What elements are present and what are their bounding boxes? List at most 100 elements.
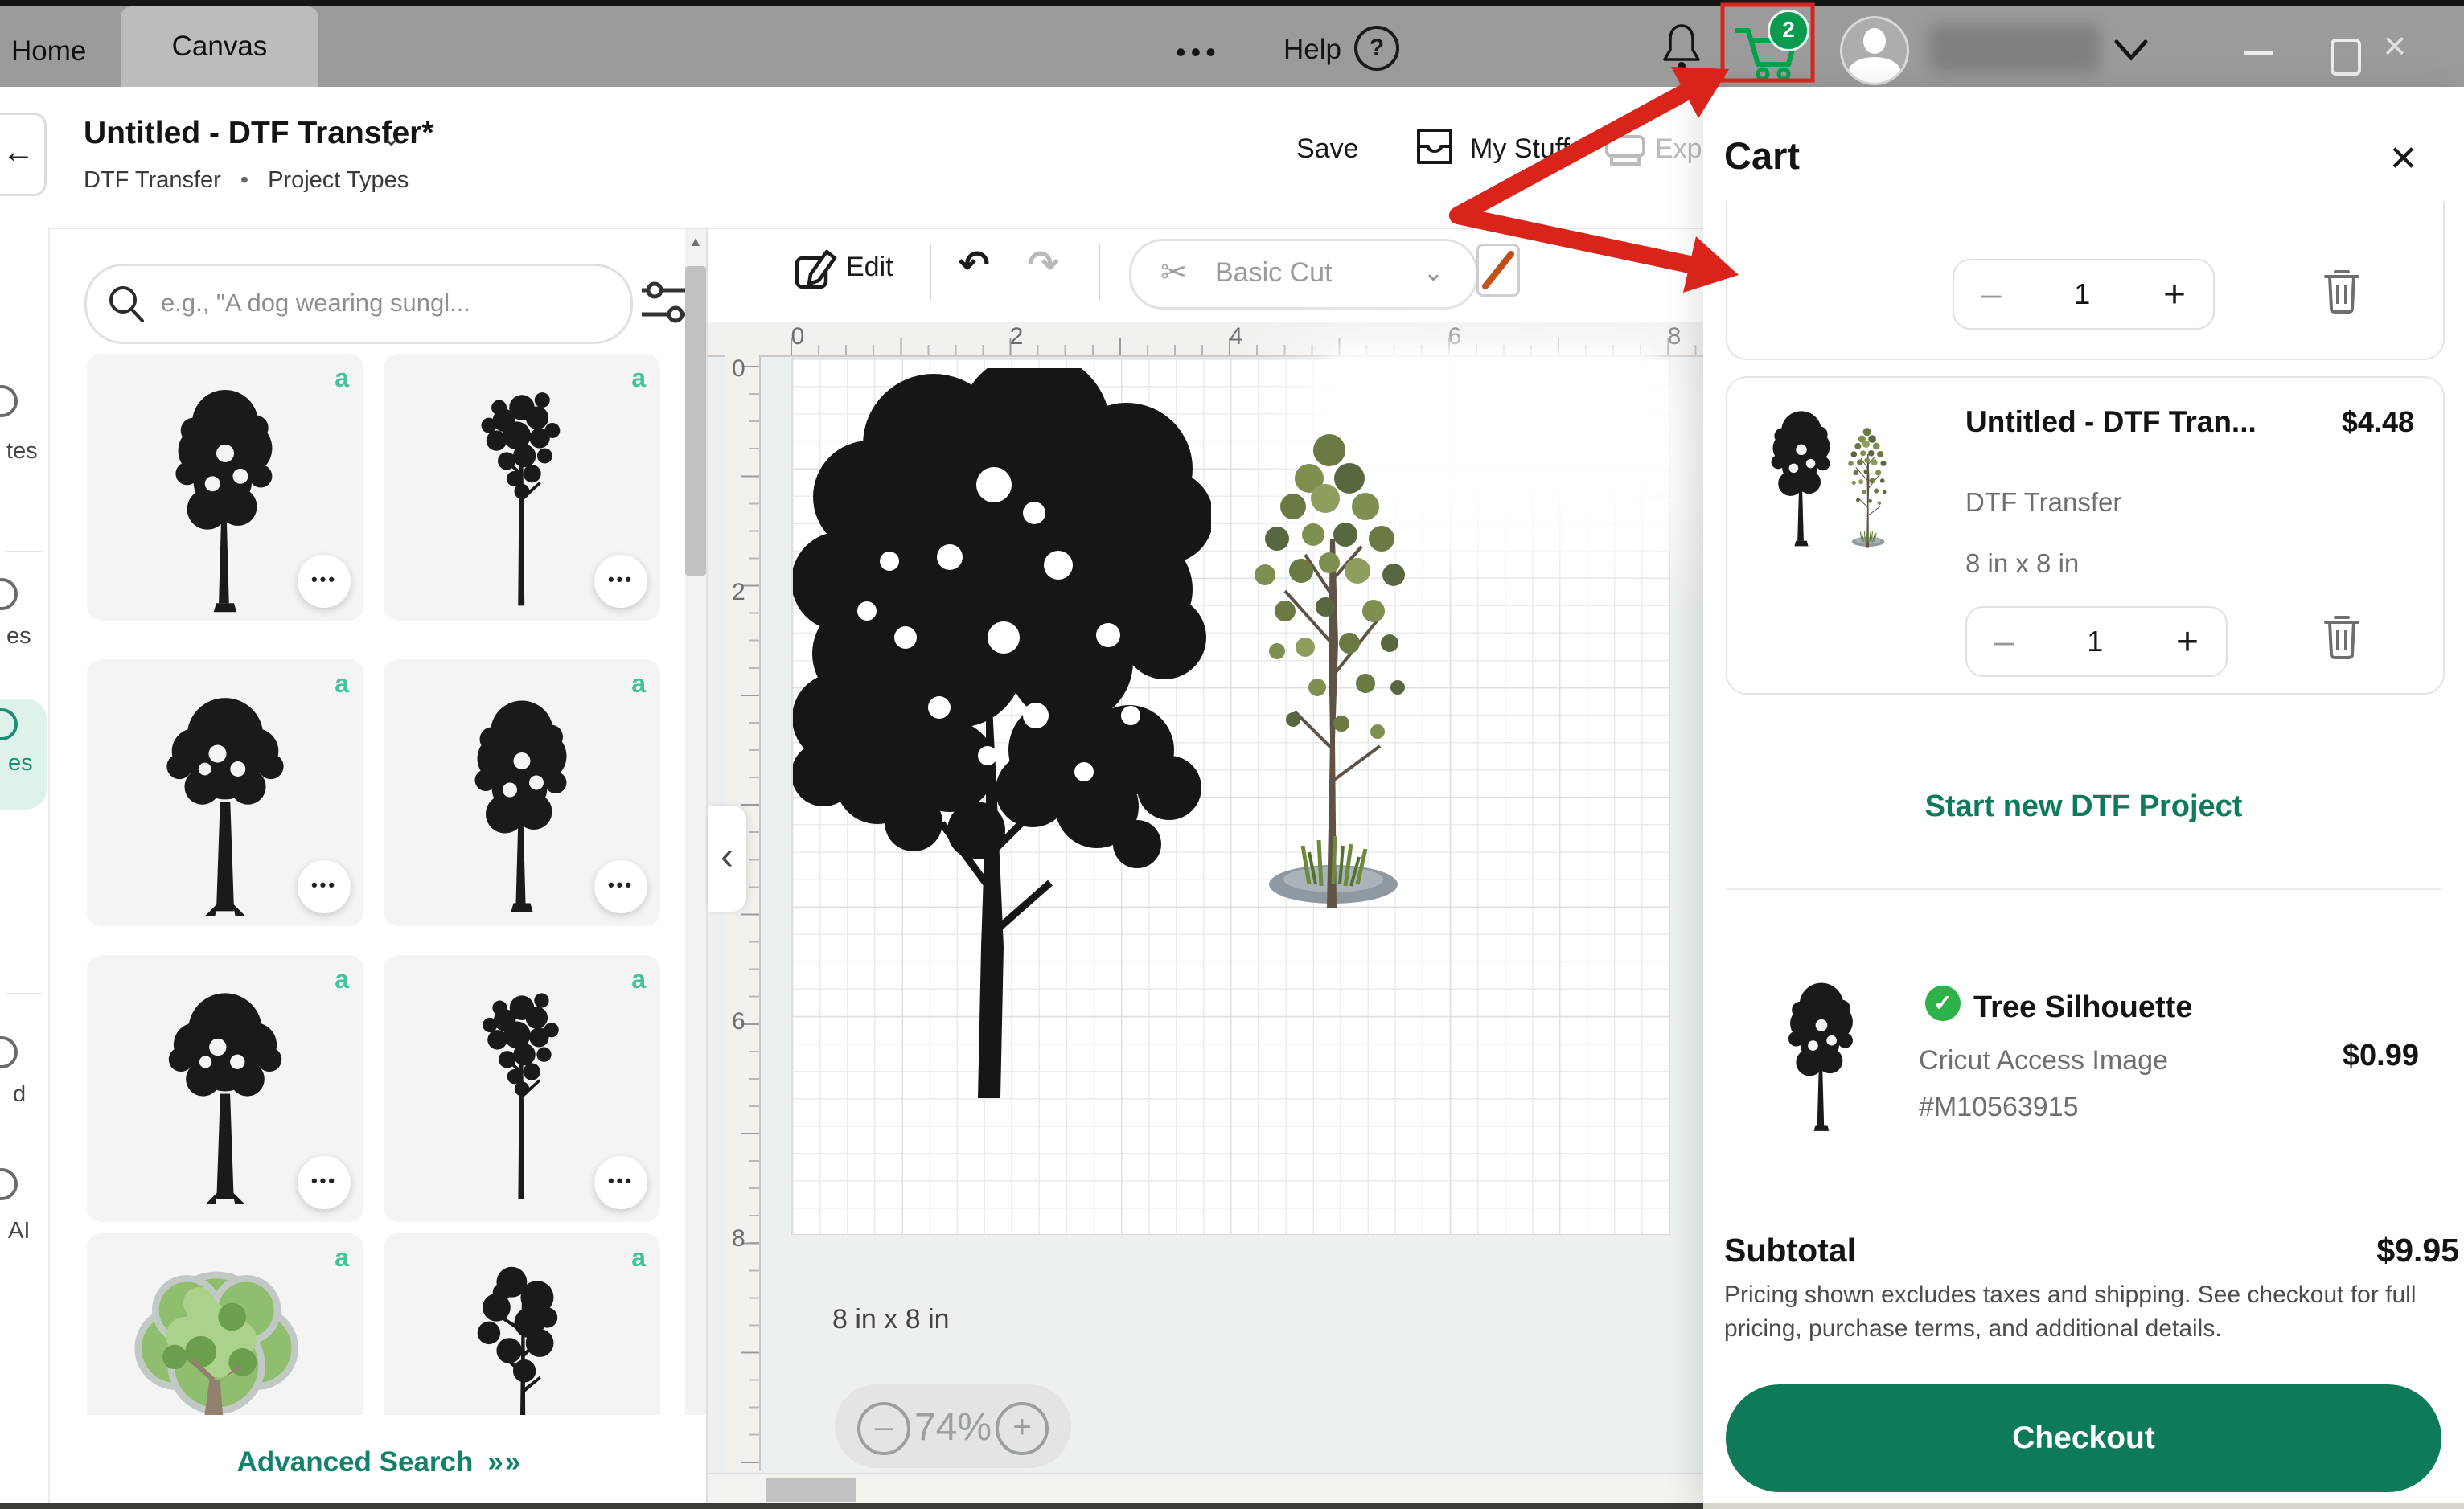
back-button[interactable]: ←: [0, 113, 47, 196]
start-new-dtf-project-link[interactable]: Start new DTF Project: [1703, 789, 2464, 824]
library-scrollbar-thumb[interactable]: [685, 266, 706, 576]
help-icon[interactable]: ?: [1354, 26, 1399, 71]
access-item-price: $0.99: [2343, 1039, 2419, 1073]
sidebar-item-label-fragment[interactable]: AI: [8, 1218, 30, 1245]
trash-icon[interactable]: [2321, 265, 2363, 315]
quantity-value: 1: [2087, 625, 2103, 658]
canvas-scrollbar-thumb[interactable]: [766, 1478, 856, 1502]
save-button[interactable]: Save: [1296, 133, 1359, 165]
access-item-source: Cricut Access Image: [1919, 1045, 2168, 1076]
advanced-search-link[interactable]: Advanced Search: [237, 1446, 474, 1478]
sidebar-item-label-fragment[interactable]: tes: [6, 438, 38, 465]
trash-icon[interactable]: [2321, 611, 2363, 661]
search-bar[interactable]: [84, 264, 633, 344]
edit-button[interactable]: Edit: [846, 252, 893, 283]
ruler-tick-label: 8: [732, 1225, 745, 1253]
more-options-button[interactable]: •••: [594, 860, 647, 913]
notifications-bell-icon[interactable]: [1660, 21, 1703, 74]
window-maximize-button[interactable]: [2331, 39, 2361, 76]
quantity-decrease-button[interactable]: –: [1994, 621, 2014, 662]
overflow-menu-icon[interactable]: •••: [1176, 35, 1221, 69]
canvas-horizontal-scrollbar[interactable]: [708, 1473, 1703, 1505]
image-card[interactable]: a •••: [384, 354, 660, 621]
avatar-body-icon: [1849, 57, 1900, 84]
tree-silhouette-thumbnail-icon: [458, 976, 586, 1209]
swatch-diagonal-icon: [1479, 246, 1517, 294]
sidebar-icon-fragment[interactable]: [0, 1036, 18, 1068]
more-options-button[interactable]: •••: [594, 555, 647, 608]
horizontal-ruler: 0 2 4 6 8: [759, 322, 1703, 357]
avatar[interactable]: [1840, 16, 1909, 85]
collapse-panel-button[interactable]: ‹: [708, 806, 746, 912]
cricut-access-badge-icon: a: [631, 363, 646, 393]
tree-silhouette-thumbnail-icon: [153, 680, 298, 921]
undo-button-icon[interactable]: ↶: [959, 242, 990, 285]
pricing-disclaimer: pricing, purchase terms, and additional …: [1724, 1315, 2222, 1343]
window-bottom-edge: [0, 1503, 1703, 1509]
vertical-ruler: 0 2 6 8: [725, 355, 761, 1471]
redo-button-icon[interactable]: ↷: [1028, 242, 1059, 285]
image-card[interactable]: a •••: [87, 659, 363, 926]
account-chevron-down-icon[interactable]: [2113, 39, 2149, 61]
breadcrumb-project-types[interactable]: Project Types: [268, 167, 409, 193]
sidebar-icon-fragment[interactable]: [0, 578, 18, 610]
tab-home[interactable]: Home: [11, 35, 86, 68]
cricut-access-badge-icon: a: [631, 669, 646, 699]
more-options-button[interactable]: •••: [298, 1156, 351, 1209]
avatar-head-icon: [1863, 28, 1886, 54]
cart-item-thumbnail-tree-icon: [1763, 399, 1840, 552]
project-title-chevron-icon[interactable]: ⌄: [381, 124, 401, 152]
export-icon: [1602, 129, 1649, 169]
canvas-green-tree-object[interactable]: [1229, 402, 1438, 916]
quantity-decrease-button[interactable]: –: [1981, 274, 2001, 314]
cart-item-partial: – 1 +: [1726, 201, 2445, 360]
sidebar-item-label-fragment[interactable]: d: [13, 1081, 26, 1108]
breadcrumb-project-type[interactable]: DTF Transfer: [84, 167, 221, 193]
ruler-tick-label: 8: [1668, 323, 1682, 351]
image-card[interactable]: a •••: [384, 955, 660, 1222]
cart-close-icon[interactable]: ✕: [2388, 138, 2418, 179]
cart-item-title: Untitled - DTF Tran...: [1965, 405, 2257, 439]
window-close-button[interactable]: ✕: [2382, 29, 2408, 65]
image-card[interactable]: a •••: [384, 659, 660, 926]
sidebar-icon-fragment[interactable]: [0, 1168, 18, 1200]
filter-sliders-icon[interactable]: [640, 281, 692, 326]
sidebar-icon-fragment[interactable]: [0, 385, 18, 417]
search-input[interactable]: [159, 274, 597, 332]
cricut-access-badge-icon: a: [631, 965, 646, 994]
ruler-corner: [708, 322, 759, 357]
linetype-dropdown[interactable]: ✂ Basic Cut ⌄: [1129, 239, 1478, 310]
help-button[interactable]: Help: [1283, 34, 1341, 66]
linetype-value: Basic Cut: [1215, 257, 1333, 289]
access-item-name: Tree Silhouette: [1973, 990, 2192, 1025]
image-card[interactable]: a •••: [87, 354, 363, 621]
tab-canvas[interactable]: Canvas: [121, 6, 318, 87]
export-button[interactable]: Exp: [1655, 133, 1702, 165]
library-scrollbar[interactable]: ▲ ▼: [685, 228, 706, 1509]
canvas-tree-silhouette-object[interactable]: [793, 368, 1211, 1100]
scroll-up-icon[interactable]: ▲: [685, 234, 706, 250]
cart-item: Untitled - DTF Tran... $4.48 DTF Transfe…: [1726, 376, 2445, 695]
more-options-button[interactable]: •••: [298, 860, 351, 913]
image-card[interactable]: a •••: [87, 955, 363, 1222]
color-swatch-button[interactable]: [1476, 244, 1520, 297]
ruler-tick-label: 4: [1230, 323, 1243, 351]
my-stuff-button[interactable]: My Stuff: [1470, 133, 1570, 165]
tree-silhouette-thumbnail-icon: [161, 375, 290, 616]
advanced-search-bar: Advanced Search » »: [48, 1415, 706, 1509]
quantity-increase-button[interactable]: +: [2163, 273, 2186, 317]
more-options-button[interactable]: •••: [298, 555, 351, 608]
window-minimize-button[interactable]: [2244, 51, 2273, 55]
sidebar-item-selected-label-fragment[interactable]: es: [8, 750, 33, 777]
sidebar-item-label-fragment[interactable]: es: [6, 623, 31, 650]
zoom-in-button[interactable]: +: [996, 1402, 1049, 1455]
double-chevron-right-icon: »: [505, 1446, 517, 1478]
checkout-button[interactable]: Checkout: [1726, 1384, 2441, 1492]
cricut-access-badge-icon: a: [335, 669, 349, 699]
more-options-button[interactable]: •••: [594, 1156, 647, 1209]
quantity-increase-button[interactable]: +: [2176, 620, 2199, 664]
image-library-panel: a ••• a ••• a ••• a ••• a ••• a •••: [48, 228, 708, 1509]
cart-item-price: $4.48: [2342, 405, 2414, 439]
cricut-access-badge-icon: a: [335, 965, 349, 994]
double-chevron-right-icon: »: [487, 1446, 499, 1478]
